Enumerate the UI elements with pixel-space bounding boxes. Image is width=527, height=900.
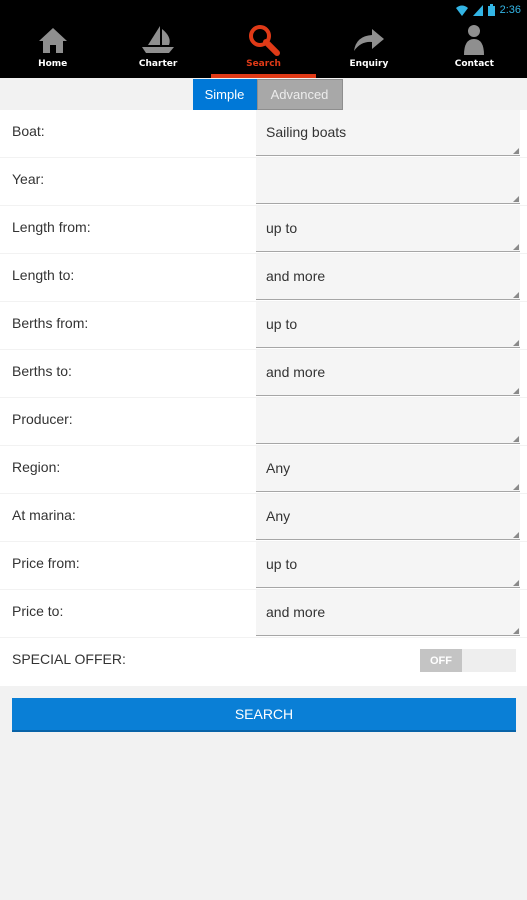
nav-search-label: Search [246, 59, 281, 69]
top-nav-bar: Home Charter Search Enquiry Contact [0, 20, 527, 78]
special-offer-toggle-state: OFF [420, 649, 462, 672]
share-arrow-icon [352, 24, 386, 56]
price-to-select-value: and more [266, 604, 326, 620]
form-row-region: Region: Any [0, 446, 527, 494]
wifi-icon [455, 5, 468, 16]
form-row-producer: Producer: [0, 398, 527, 446]
nav-home[interactable]: Home [0, 20, 105, 78]
at-marina-label: At marina: [12, 507, 76, 523]
nav-contact-label: Contact [454, 59, 494, 69]
nav-enquiry[interactable]: Enquiry [316, 20, 421, 78]
special-offer-label: SPECIAL OFFER: [12, 651, 126, 667]
special-offer-toggle[interactable]: OFF [420, 649, 516, 672]
dropdown-corner-icon [513, 532, 519, 538]
nav-home-label: Home [38, 59, 68, 69]
dropdown-corner-icon [513, 484, 519, 490]
berths-to-select[interactable]: and more [256, 350, 520, 396]
dropdown-corner-icon [513, 292, 519, 298]
search-form: Boat: Sailing boats Year: Length from: u… [0, 110, 527, 686]
person-icon [457, 24, 491, 56]
form-row-at-marina: At marina: Any [0, 494, 527, 542]
home-icon [36, 24, 70, 56]
boat-label: Boat: [12, 123, 45, 139]
region-select-value: Any [266, 460, 291, 476]
producer-label: Producer: [12, 411, 73, 427]
form-row-length-to: Length to: and more [0, 254, 527, 302]
length-to-select-value: and more [266, 268, 326, 284]
signal-icon [472, 4, 483, 16]
search-button[interactable]: SEARCH [12, 698, 516, 732]
producer-select[interactable] [256, 398, 520, 444]
form-row-berths-from: Berths from: up to [0, 302, 527, 350]
dropdown-corner-icon [513, 388, 519, 394]
tab-simple[interactable]: Simple [192, 78, 257, 110]
year-select[interactable] [256, 158, 520, 204]
dropdown-corner-icon [513, 628, 519, 634]
nav-search[interactable]: Search [210, 20, 317, 78]
berths-from-label: Berths from: [12, 315, 89, 331]
form-row-year: Year: [0, 158, 527, 206]
price-to-label: Price to: [12, 603, 64, 619]
nav-enquiry-label: Enquiry [349, 59, 389, 69]
length-from-label: Length from: [12, 219, 91, 235]
boat-select-value: Sailing boats [266, 124, 347, 140]
price-from-select-value: up to [266, 556, 298, 572]
form-row-berths-to: Berths to: and more [0, 350, 527, 398]
berths-from-select[interactable]: up to [256, 302, 520, 348]
search-mode-tabs: Simple Advanced [192, 78, 343, 110]
length-from-select-value: up to [266, 220, 298, 236]
nav-contact[interactable]: Contact [422, 20, 527, 78]
length-to-label: Length to: [12, 267, 75, 283]
region-label: Region: [12, 459, 61, 475]
battery-icon [487, 4, 495, 16]
dropdown-corner-icon [513, 244, 519, 250]
form-row-price-from: Price from: up to [0, 542, 527, 590]
form-row-boat: Boat: Sailing boats [0, 110, 527, 158]
year-label: Year: [12, 171, 45, 187]
nav-charter[interactable]: Charter [105, 20, 210, 78]
dropdown-corner-icon [513, 148, 519, 154]
form-row-special-offer: SPECIAL OFFER: OFF [0, 638, 527, 686]
tab-advanced[interactable]: Advanced [256, 78, 343, 110]
price-from-label: Price from: [12, 555, 80, 571]
length-to-select[interactable]: and more [256, 254, 520, 300]
dropdown-corner-icon [513, 340, 519, 346]
price-to-select[interactable]: and more [256, 590, 520, 636]
search-mode-tabs-row: Simple Advanced [0, 78, 527, 110]
berths-to-select-value: and more [266, 364, 326, 380]
at-marina-select-value: Any [266, 508, 291, 524]
status-bar: 2:36 [0, 0, 527, 20]
form-row-length-from: Length from: up to [0, 206, 527, 254]
at-marina-select[interactable]: Any [256, 494, 520, 540]
nav-charter-label: Charter [138, 59, 178, 69]
dropdown-corner-icon [513, 436, 519, 442]
boat-select[interactable]: Sailing boats [256, 110, 520, 156]
region-select[interactable]: Any [256, 446, 520, 492]
form-row-price-to: Price to: and more [0, 590, 527, 638]
dropdown-corner-icon [513, 580, 519, 586]
sailboat-icon [141, 24, 175, 56]
status-time: 2:36 [499, 4, 521, 16]
berths-from-select-value: up to [266, 316, 298, 332]
dropdown-corner-icon [513, 196, 519, 202]
berths-to-label: Berths to: [12, 363, 72, 379]
price-from-select[interactable]: up to [256, 542, 520, 588]
search-icon [247, 24, 281, 56]
length-from-select[interactable]: up to [256, 206, 520, 252]
